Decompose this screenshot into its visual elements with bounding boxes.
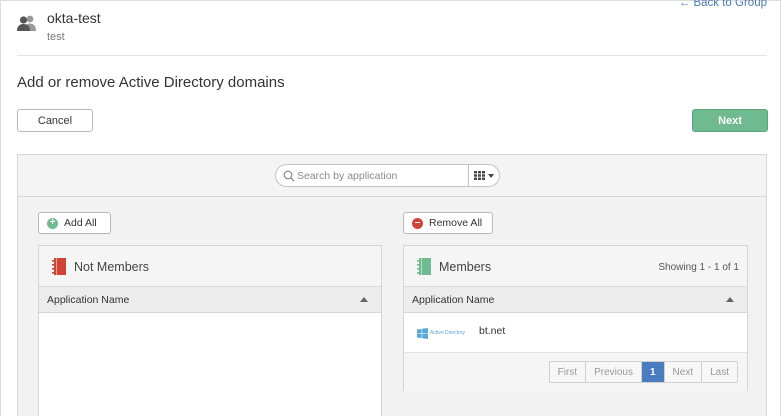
pagination-page-current[interactable]: 1 (641, 362, 665, 382)
header-divider (17, 55, 767, 56)
page-title: Add or remove Active Directory domains (17, 74, 285, 91)
search-input[interactable] (297, 167, 467, 184)
not-members-header: Not Members (39, 246, 381, 287)
members-column-header[interactable]: Application Name (404, 287, 747, 313)
app-book-icon (52, 258, 66, 275)
pagination-first[interactable]: First (550, 362, 587, 382)
remove-all-label: Remove All (429, 217, 483, 229)
app-book-icon (417, 258, 431, 275)
plus-circle-icon: + (47, 217, 58, 229)
search-box (275, 164, 500, 187)
pagination: First Previous 1 Next Last (548, 361, 738, 383)
back-to-group-link[interactable]: ← Back to Group (679, 0, 767, 9)
add-all-label: Add All (64, 217, 97, 229)
members-title: Members (439, 260, 492, 274)
showing-count: Showing 1 - 1 of 1 (658, 262, 739, 273)
column-application-name: Application Name (412, 294, 495, 306)
chevron-down-icon (488, 173, 494, 178)
not-members-list: Not Members Application Name (38, 245, 382, 416)
active-directory-logo: Active Directory (417, 327, 465, 339)
not-members-title: Not Members (74, 260, 150, 274)
pagination-last[interactable]: Last (702, 362, 737, 382)
cancel-button[interactable]: Cancel (17, 109, 93, 132)
grid-view-icon (474, 171, 485, 180)
pagination-previous[interactable]: Previous (586, 362, 642, 382)
sort-ascending-icon[interactable] (360, 297, 368, 302)
members-header: Members Showing 1 - 1 of 1 (404, 246, 747, 287)
assignment-panel: + Add All – Remove All Not Members Appli… (17, 154, 767, 416)
search-icon (283, 170, 295, 182)
windows-logo-icon (417, 327, 428, 339)
app-name: bt.net (479, 325, 506, 337)
group-icon (17, 15, 36, 31)
group-description: test (47, 31, 65, 43)
app-logo-text: Active Directory (429, 330, 465, 336)
group-name: okta-test (47, 10, 101, 26)
panel-toolbar (18, 155, 766, 197)
column-application-name: Application Name (47, 294, 130, 306)
members-list: Members Showing 1 - 1 of 1 Application N… (403, 245, 748, 391)
sort-ascending-icon[interactable] (726, 297, 734, 302)
view-toggle-button[interactable] (468, 165, 499, 186)
list-item[interactable]: Active Directory bt.net (404, 313, 747, 353)
remove-all-button[interactable]: – Remove All (403, 212, 493, 234)
pagination-area: First Previous 1 Next Last (404, 353, 747, 391)
minus-circle-icon: – (412, 217, 423, 229)
next-button[interactable]: Next (692, 109, 768, 132)
not-members-column-header[interactable]: Application Name (39, 287, 381, 313)
add-all-button[interactable]: + Add All (38, 212, 111, 234)
pagination-next[interactable]: Next (665, 362, 703, 382)
